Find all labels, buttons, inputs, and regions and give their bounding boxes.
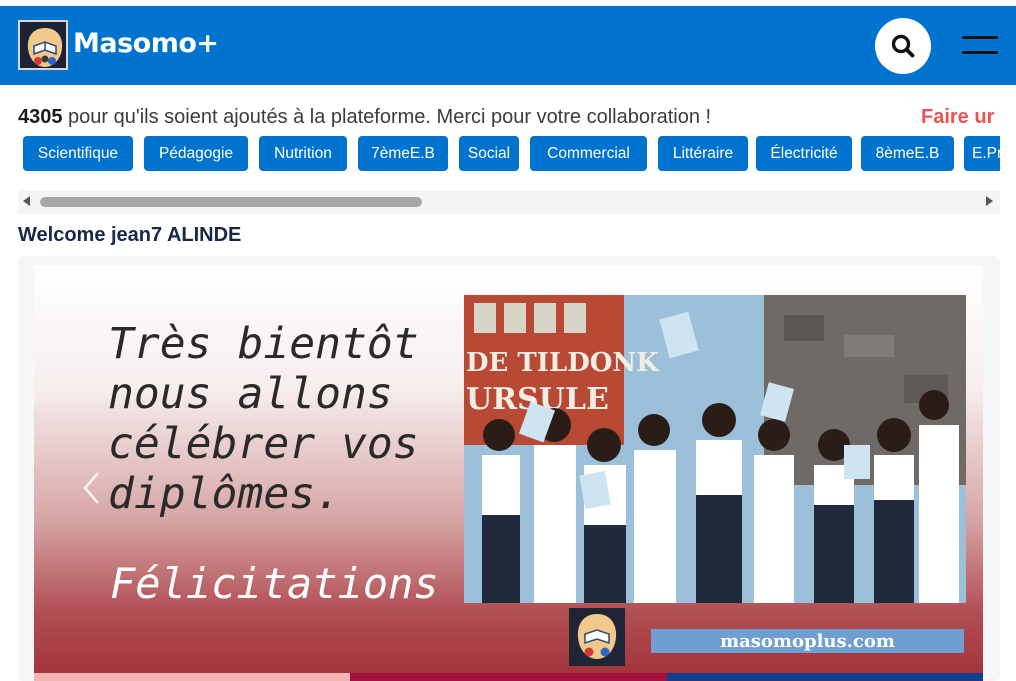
site-logo	[569, 608, 625, 666]
top-navbar: Masomo+	[0, 0, 1016, 85]
scroll-right-icon[interactable]	[986, 196, 993, 206]
category-litteraire[interactable]: Littéraire	[658, 136, 748, 171]
menu-button[interactable]	[958, 32, 1002, 60]
category-electricite[interactable]: Électricité	[756, 136, 852, 171]
carousel-next-button[interactable]	[914, 470, 938, 506]
menu-icon-line	[962, 51, 998, 54]
carousel-indicator-2[interactable]	[350, 673, 667, 681]
category-epr[interactable]: E.Pr	[964, 136, 1000, 171]
category-strip: Scientifique Pédagogie Nutrition 7èmeE.B…	[18, 132, 1000, 184]
carousel-prev-button[interactable]	[80, 470, 104, 506]
category-commercial[interactable]: Commercial	[530, 136, 647, 171]
brand-logo[interactable]	[18, 20, 68, 70]
category-scientifique[interactable]: Scientifique	[23, 136, 133, 171]
category-7eme-eb[interactable]: 7èmeE.B	[358, 136, 448, 171]
carousel-indicator-3[interactable]	[666, 673, 983, 681]
site-logo-icon	[569, 608, 625, 666]
category-social[interactable]: Social	[459, 136, 519, 171]
category-nutrition[interactable]: Nutrition	[259, 136, 347, 171]
chevron-left-icon	[83, 472, 99, 504]
ticker-text: pour qu'ils soient ajoutés à la platefor…	[62, 106, 712, 128]
search-button[interactable]	[875, 18, 931, 74]
slide-headline: Très bientôt nous allons célébrer vos di…	[108, 319, 419, 519]
announcement-ticker: 4305 pour qu'ils soient ajoutés à la pla…	[18, 106, 1000, 132]
graduation-photo: DE TILDONK URSULE	[464, 295, 966, 603]
carousel-indicator-1[interactable]	[34, 673, 351, 681]
category-pedagogie[interactable]: Pédagogie	[144, 136, 248, 171]
search-icon	[891, 34, 915, 58]
scrollbar-thumb[interactable]	[40, 197, 422, 207]
site-url-label: masomoplus.com	[651, 629, 964, 653]
navbar-background: Masomo+	[0, 6, 1016, 85]
scroll-left-icon[interactable]	[23, 196, 30, 206]
welcome-message: Welcome jean7 ALINDE	[18, 224, 242, 246]
category-8eme-eb[interactable]: 8èmeE.B	[861, 136, 954, 171]
brand-name[interactable]: Masomo+	[73, 28, 219, 59]
chevron-right-icon	[919, 472, 935, 504]
menu-icon	[962, 36, 998, 39]
logo-emblem-icon	[20, 22, 66, 68]
slide-subline: Félicitations	[110, 559, 439, 608]
carousel-slide[interactable]: Très bientôt nous allons célébrer vos di…	[34, 265, 983, 673]
ticker-cta-link[interactable]: Faire ur	[921, 106, 994, 129]
photo-sign-line1: DE TILDONK	[466, 348, 660, 378]
category-scrollbar[interactable]	[18, 190, 1000, 214]
carousel-indicators	[34, 673, 983, 681]
ticker-number: 4305	[18, 106, 63, 128]
